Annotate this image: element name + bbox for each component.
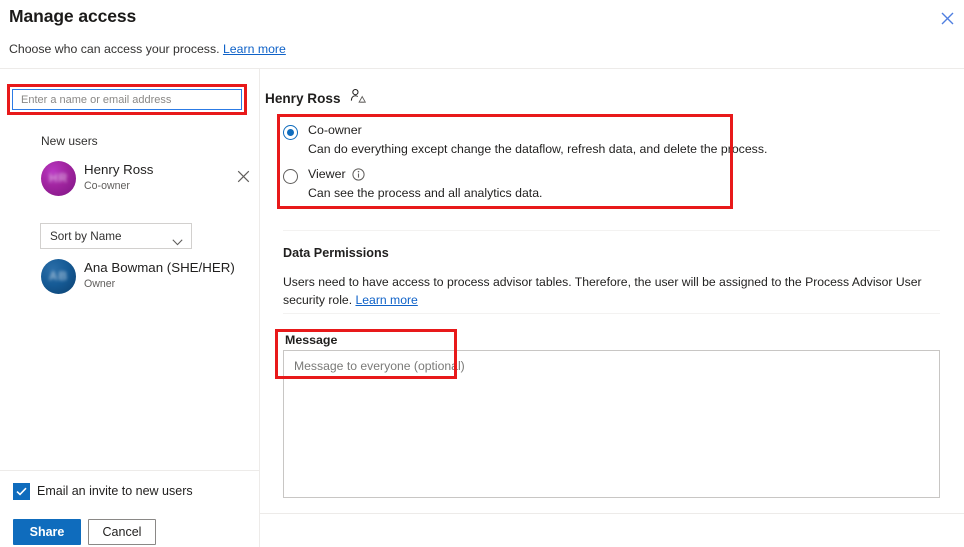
right-panel-divider xyxy=(260,513,964,514)
dialog-subtitle: Choose who can access your process. Lear… xyxy=(9,42,286,56)
info-icon[interactable] xyxy=(352,167,365,181)
selected-person-header: Henry Ross xyxy=(265,88,366,108)
permission-description: Can see the process and all analytics da… xyxy=(308,186,543,200)
cancel-button[interactable]: Cancel xyxy=(88,519,156,545)
learn-more-link-data-permissions[interactable]: Learn more xyxy=(355,293,417,307)
left-panel-divider xyxy=(0,470,259,471)
share-button[interactable]: Share xyxy=(13,519,81,545)
permission-option-viewer[interactable]: Viewer Can see the process and all analy… xyxy=(283,166,729,210)
manage-access-dialog: Manage access Choose who can access your… xyxy=(0,0,964,547)
email-invite-row: Email an invite to new users xyxy=(0,480,259,504)
email-invite-checkbox[interactable] xyxy=(13,483,30,500)
close-button[interactable] xyxy=(932,4,962,32)
learn-more-link-header[interactable]: Learn more xyxy=(223,42,286,56)
message-textarea[interactable] xyxy=(283,350,940,498)
permission-option-co-owner[interactable]: Co-owner Can do everything except change… xyxy=(283,122,767,166)
user-role: Owner xyxy=(84,278,116,290)
user-name: Ana Bowman (SHE/HER) xyxy=(84,260,235,275)
data-permissions-body: Users need to have access to process adv… xyxy=(283,273,943,309)
avatar: AB xyxy=(41,259,76,294)
user-name: Henry Ross xyxy=(84,162,154,177)
chevron-down-icon xyxy=(172,233,183,251)
user-role: Co-owner xyxy=(84,180,130,192)
permission-label: Viewer xyxy=(308,167,365,181)
sort-dropdown[interactable]: Sort by Name xyxy=(40,223,192,249)
section-divider-1 xyxy=(283,230,940,231)
avatar: HR xyxy=(41,161,76,196)
new-users-label: New users xyxy=(41,134,98,148)
left-panel xyxy=(0,69,259,547)
remove-user-button[interactable] xyxy=(234,169,252,187)
sort-dropdown-value: Sort by Name xyxy=(50,230,122,243)
section-divider-2 xyxy=(283,313,940,314)
data-permissions-title: Data Permissions xyxy=(283,246,389,260)
checkmark-icon xyxy=(16,483,27,501)
radio-co-owner[interactable] xyxy=(283,125,298,140)
search-input[interactable] xyxy=(12,89,242,110)
email-invite-label: Email an invite to new users xyxy=(37,484,193,498)
message-label: Message xyxy=(285,333,338,347)
page-title: Manage access xyxy=(9,6,137,26)
permission-description: Can do everything except change the data… xyxy=(308,142,768,156)
permission-label-text: Viewer xyxy=(308,167,346,181)
dialog-header: Manage access Choose who can access your… xyxy=(0,0,964,68)
avatar-initials: AB xyxy=(48,269,69,283)
close-icon xyxy=(941,12,954,25)
subtitle-text: Choose who can access your process. xyxy=(9,42,220,56)
list-item[interactable]: HR Henry Ross Co-owner xyxy=(0,158,259,204)
radio-viewer[interactable] xyxy=(283,169,298,184)
permission-radio-group: Co-owner Can do everything except change… xyxy=(283,122,767,210)
list-item[interactable]: AB Ana Bowman (SHE/HER) Owner xyxy=(0,256,259,302)
dialog-actions: Share Cancel xyxy=(0,519,259,545)
permission-label: Co-owner xyxy=(308,123,362,137)
selected-person-name: Henry Ross xyxy=(265,90,341,106)
avatar-initials: HR xyxy=(48,171,69,185)
permission-label-text: Co-owner xyxy=(308,123,362,137)
close-icon xyxy=(237,170,250,186)
guest-user-icon xyxy=(350,88,366,109)
